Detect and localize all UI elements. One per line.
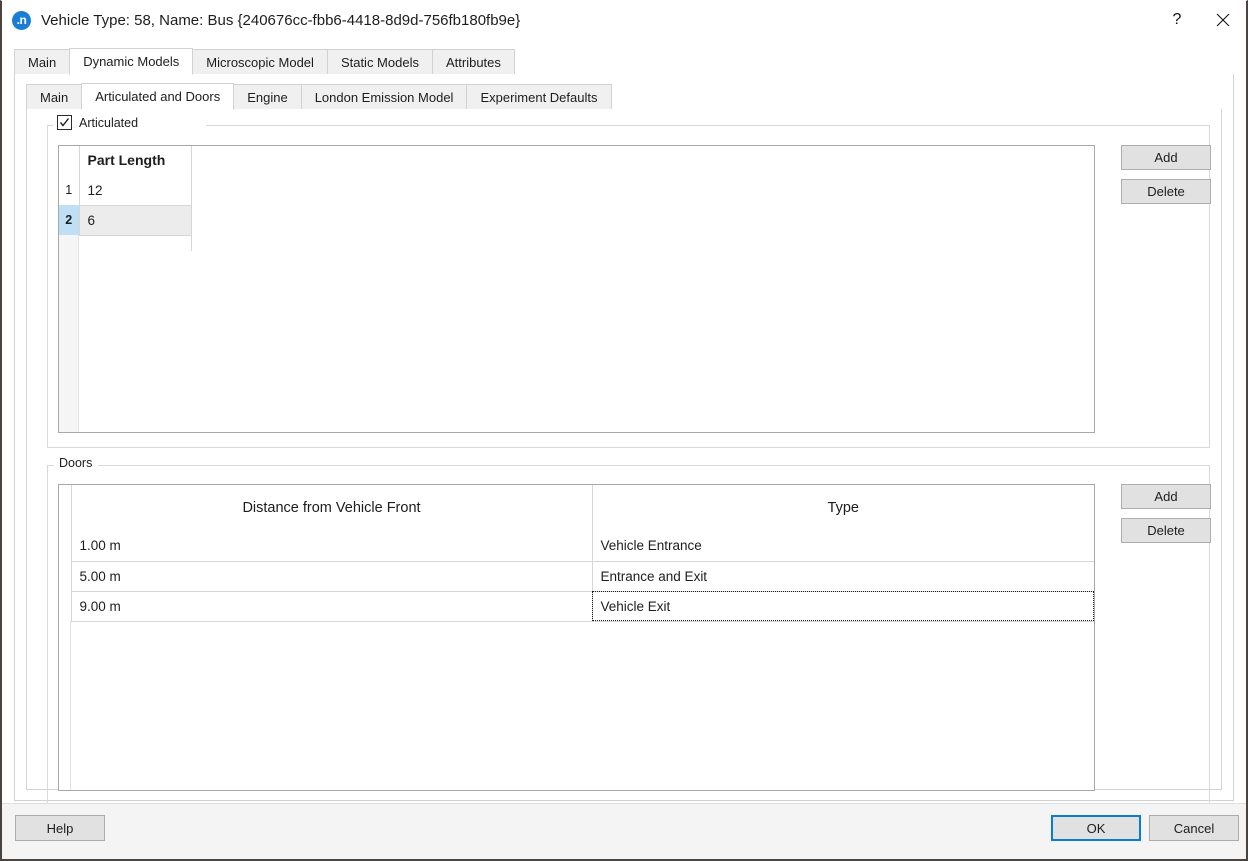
tab-label: Attributes bbox=[446, 55, 501, 70]
articulated-groupbox: Articulated Part Length bbox=[47, 125, 1210, 448]
tab-label: Articulated and Doors bbox=[95, 89, 220, 104]
question-mark-icon: ? bbox=[1173, 11, 1182, 29]
dialog-footer: Help OK Cancel bbox=[2, 803, 1246, 859]
button-label: OK bbox=[1087, 821, 1106, 836]
gutter-cell bbox=[59, 531, 71, 561]
cell-filler bbox=[191, 175, 1094, 205]
row-number[interactable]: 1 bbox=[59, 175, 79, 205]
column-header-type[interactable]: Type bbox=[592, 485, 1094, 531]
cell-filler bbox=[191, 205, 1094, 235]
button-label: Add bbox=[1154, 150, 1177, 165]
gutter-cell bbox=[59, 485, 71, 531]
table-row[interactable]: 2 6 bbox=[59, 205, 1094, 235]
articulated-checkbox[interactable] bbox=[57, 115, 72, 130]
doors-add-button[interactable]: Add bbox=[1121, 484, 1211, 509]
doors-label: Doors bbox=[59, 456, 92, 470]
row-number[interactable]: 2 bbox=[59, 205, 79, 235]
tab-label: Main bbox=[28, 55, 56, 70]
articulated-delete-button[interactable]: Delete bbox=[1121, 179, 1211, 204]
tab-label: Static Models bbox=[341, 55, 419, 70]
inner-tab-bar: Main Articulated and Doors Engine London… bbox=[26, 84, 1222, 110]
doors-groupbox: Doors Distance from Vehicle Front Type bbox=[47, 465, 1210, 807]
cancel-button[interactable]: Cancel bbox=[1149, 815, 1239, 841]
cell-distance[interactable]: 5.00 m bbox=[71, 561, 592, 591]
help-button[interactable]: Help bbox=[15, 815, 105, 841]
tab-main-outer[interactable]: Main bbox=[14, 49, 70, 74]
tab-attributes[interactable]: Attributes bbox=[432, 49, 515, 74]
tab-dynamic-models[interactable]: Dynamic Models bbox=[69, 48, 193, 75]
help-titlebar-button[interactable]: ? bbox=[1154, 1, 1200, 39]
cell-part-length[interactable]: 12 bbox=[79, 175, 191, 205]
tab-engine[interactable]: Engine bbox=[233, 84, 301, 109]
cell-type[interactable]: Vehicle Exit bbox=[592, 591, 1094, 621]
gutter-cell bbox=[59, 146, 79, 175]
outer-tab-bar: Main Dynamic Models Microscopic Model St… bbox=[14, 49, 1234, 75]
cell-distance[interactable]: 9.00 m bbox=[71, 591, 592, 621]
table-header-row: Part Length bbox=[59, 146, 1094, 175]
close-button[interactable] bbox=[1200, 1, 1246, 39]
tab-main-inner[interactable]: Main bbox=[26, 84, 82, 109]
tab-label: Experiment Defaults bbox=[480, 90, 597, 105]
button-label: Help bbox=[47, 821, 74, 836]
articulated-legend: Articulated bbox=[53, 115, 142, 130]
gutter-cell bbox=[59, 561, 71, 591]
cell-part-length[interactable]: 6 bbox=[79, 205, 191, 235]
doors-table[interactable]: Distance from Vehicle Front Type 1.00 m … bbox=[58, 484, 1095, 791]
column-header-filler bbox=[191, 146, 1094, 175]
table-row[interactable]: 9.00 m Vehicle Exit bbox=[59, 591, 1094, 621]
cell-distance[interactable]: 1.00 m bbox=[71, 531, 592, 561]
tab-label: Microscopic Model bbox=[206, 55, 314, 70]
cell-type[interactable]: Vehicle Entrance bbox=[592, 531, 1094, 561]
articulated-add-button[interactable]: Add bbox=[1121, 145, 1211, 170]
button-label: Delete bbox=[1147, 184, 1185, 199]
table-row[interactable]: 1 12 bbox=[59, 175, 1094, 205]
tab-label: Main bbox=[40, 90, 68, 105]
dynamic-models-panel: Main Articulated and Doors Engine London… bbox=[14, 74, 1234, 801]
articulated-label: Articulated bbox=[79, 116, 138, 130]
articulated-and-doors-panel: Articulated Part Length bbox=[26, 109, 1222, 790]
gutter-cell bbox=[59, 591, 71, 621]
close-icon bbox=[1216, 13, 1230, 27]
app-dot-n-icon: .n bbox=[12, 11, 31, 30]
tab-label: Engine bbox=[247, 90, 287, 105]
doors-legend: Doors bbox=[55, 456, 96, 470]
dialog-window: .n Vehicle Type: 58, Name: Bus {240676cc… bbox=[0, 0, 1248, 861]
table-row[interactable]: 1.00 m Vehicle Entrance bbox=[59, 531, 1094, 561]
checkmark-icon bbox=[59, 117, 70, 128]
tab-london-emission-model[interactable]: London Emission Model bbox=[301, 84, 468, 109]
cell-type[interactable]: Entrance and Exit bbox=[592, 561, 1094, 591]
button-label: Cancel bbox=[1174, 821, 1214, 836]
column-divider bbox=[191, 146, 192, 251]
tab-label: Dynamic Models bbox=[83, 54, 179, 69]
table-row[interactable]: 5.00 m Entrance and Exit bbox=[59, 561, 1094, 591]
tab-label: London Emission Model bbox=[315, 90, 454, 105]
tab-static-models[interactable]: Static Models bbox=[327, 49, 433, 74]
ok-button[interactable]: OK bbox=[1051, 815, 1141, 841]
column-header-distance[interactable]: Distance from Vehicle Front bbox=[71, 485, 592, 531]
column-header-part-length[interactable]: Part Length bbox=[79, 146, 191, 175]
doors-delete-button[interactable]: Delete bbox=[1121, 518, 1211, 543]
button-label: Add bbox=[1154, 489, 1177, 504]
button-label: Delete bbox=[1147, 523, 1185, 538]
tab-articulated-and-doors[interactable]: Articulated and Doors bbox=[81, 83, 234, 110]
table-header-row: Distance from Vehicle Front Type bbox=[59, 485, 1094, 531]
title-bar: .n Vehicle Type: 58, Name: Bus {240676cc… bbox=[2, 1, 1246, 39]
window-title: Vehicle Type: 58, Name: Bus {240676cc-fb… bbox=[41, 12, 1154, 29]
tab-experiment-defaults[interactable]: Experiment Defaults bbox=[466, 84, 611, 109]
articulated-table[interactable]: Part Length 1 12 2 6 bbox=[58, 145, 1095, 433]
tab-microscopic-model[interactable]: Microscopic Model bbox=[192, 49, 328, 74]
